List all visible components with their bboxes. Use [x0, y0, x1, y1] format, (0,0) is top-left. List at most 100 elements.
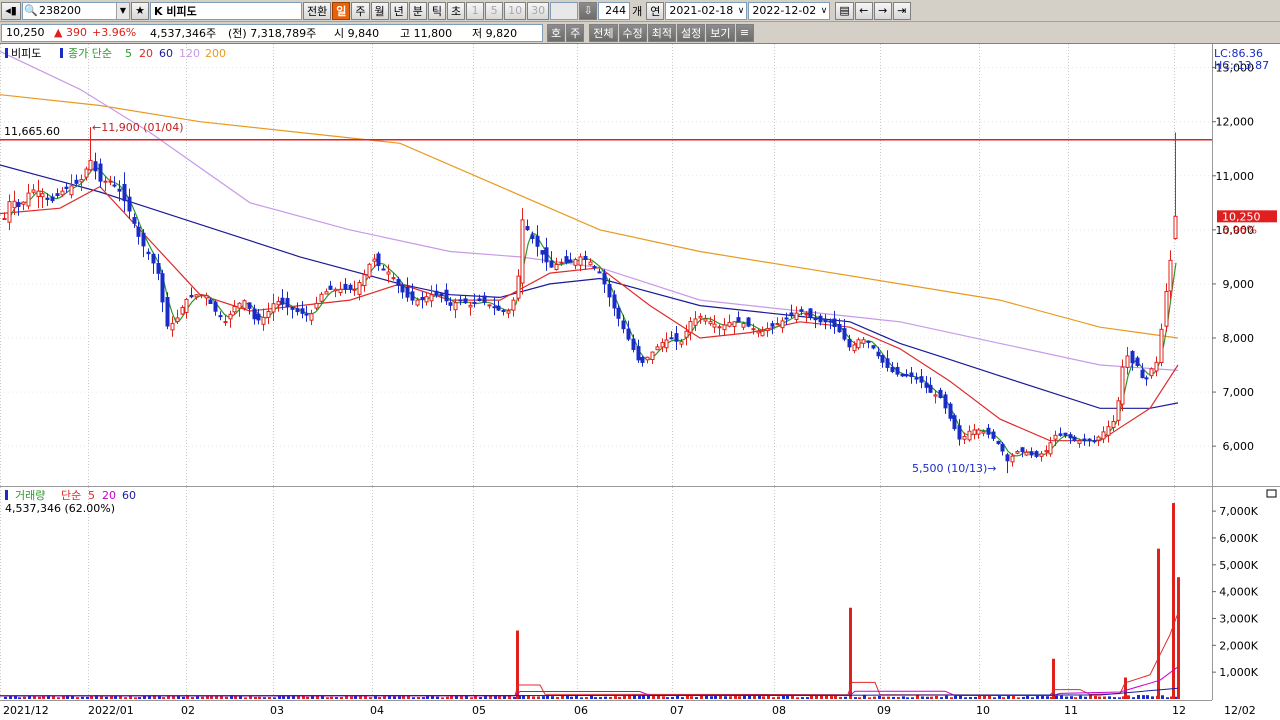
volume-bar [479, 697, 482, 699]
volume-bar [417, 697, 420, 699]
download-arrow-icon[interactable]: ⇩ [579, 1, 598, 20]
start-date-input[interactable]: 2021-02-18 ∨ [665, 1, 748, 20]
volume-bar [671, 696, 674, 699]
x-tick-label: 2021/12 [3, 704, 49, 717]
menu-view-button[interactable]: 보기 [706, 23, 735, 42]
period-second-button[interactable]: 초 [447, 1, 466, 20]
candle-body [583, 255, 588, 260]
candle-body [736, 317, 741, 323]
count-input[interactable]: 244 [598, 1, 631, 20]
high-price: 고 11,800 [400, 26, 453, 40]
menu-all-button[interactable]: 전체 [589, 23, 618, 42]
candle-body [746, 317, 751, 327]
candle-body [1058, 433, 1063, 436]
candle-body [861, 339, 866, 344]
interval-10-button[interactable]: 10 [504, 1, 527, 20]
continuous-button[interactable]: 연 [646, 1, 665, 20]
volume-bar [1146, 695, 1149, 699]
period-daily-button[interactable]: 일 [332, 1, 351, 20]
volume-bar [1022, 696, 1025, 699]
candle-body [357, 282, 362, 295]
volume-bar [1127, 695, 1130, 699]
candle-body [1053, 434, 1058, 440]
prev-volume-value: (전) 7,318,789주 [228, 26, 317, 40]
volume-bar [100, 696, 103, 699]
x-tick-label: 03 [270, 704, 284, 717]
quote-ask-button[interactable]: 호 [547, 23, 566, 42]
interval-1-button[interactable]: 1 [466, 1, 485, 20]
period-tick-button[interactable]: 틱 [427, 1, 446, 20]
candle-body [448, 302, 453, 306]
period-weekly-button[interactable]: 주 [351, 1, 370, 20]
price-moving-averages [0, 50, 1179, 457]
legend-ma120: 120 [179, 47, 200, 60]
volume-bar [86, 696, 89, 699]
candle-body [156, 262, 161, 274]
menu-settings-button[interactable]: 설정 [677, 23, 706, 42]
candle-body [444, 289, 449, 302]
collapse-icon[interactable]: ≡ [735, 23, 754, 42]
candle-body [199, 294, 204, 297]
candle-body [492, 306, 497, 309]
y-tick-label: 9,000 [1223, 278, 1255, 291]
interval-30-button[interactable]: 30 [527, 1, 550, 20]
candle-body [1034, 451, 1039, 457]
period-yearly-button[interactable]: 년 [389, 1, 408, 20]
candle-body [640, 357, 645, 363]
scroll-end-icon[interactable]: ⇥ [892, 1, 911, 20]
interval-custom-input[interactable] [550, 1, 579, 20]
candle-body [621, 320, 626, 330]
candle-body [1077, 440, 1082, 444]
chevron-down-icon[interactable]: ∨ [736, 6, 747, 16]
price-chart[interactable]: 13,00012,00011,00010,0009,0008,0007,0006… [0, 44, 1280, 486]
x-tick-label: 12 [1172, 704, 1186, 717]
scroll-right-icon[interactable]: → [873, 1, 892, 20]
volume-bar [681, 697, 684, 699]
period-monthly-button[interactable]: 월 [370, 1, 389, 20]
chevron-down-icon[interactable]: ▼ [116, 2, 129, 19]
volume-bar [350, 696, 353, 699]
menu-icon[interactable]: ◂▮ [1, 1, 21, 20]
volume-bar [585, 697, 588, 699]
menu-adjust-button[interactable]: 수정 [618, 23, 647, 42]
panel-maximize-icon[interactable] [1266, 489, 1277, 498]
volume-bar [806, 697, 809, 699]
volume-bar [652, 695, 655, 699]
candle-body [847, 338, 852, 348]
save-icon[interactable]: ▤ [835, 1, 854, 20]
candle-body [477, 298, 482, 302]
candle-body [871, 345, 876, 349]
menu-optimize-button[interactable]: 최적 [647, 23, 676, 42]
chevron-down-icon[interactable]: ∨ [819, 6, 830, 16]
favorite-star-icon[interactable]: ★ [131, 1, 149, 20]
volume-chart[interactable]: 7,000K 6,000K 5,000K 4,000K 3,000K 2,000K 1,00… [0, 487, 1280, 700]
convert-button[interactable]: 전환 [303, 1, 332, 20]
volume-bar [882, 696, 885, 699]
volume-bar [604, 696, 607, 699]
candle-body [540, 250, 545, 255]
candle-body [544, 247, 549, 263]
volume-bar [772, 697, 775, 699]
candle-body [943, 394, 948, 409]
end-date-input[interactable]: 2022-12-02 ∨ [748, 1, 831, 20]
volume-bar [28, 696, 31, 699]
quote-order-button[interactable]: 주 [566, 23, 585, 42]
volume-bar [858, 697, 861, 699]
scroll-left-icon[interactable]: ← [854, 1, 873, 20]
candle-body [256, 313, 261, 321]
volume-bar [42, 696, 45, 699]
volume-bar [81, 696, 84, 699]
candle-body [2, 217, 7, 220]
candle-body [837, 323, 842, 333]
volume-bar [594, 697, 597, 699]
candle-body [506, 310, 511, 314]
volume-bar [820, 695, 823, 699]
volume-bar [911, 697, 914, 699]
candle-body [631, 338, 636, 350]
candle-body [309, 313, 314, 321]
period-minute-button[interactable]: 분 [408, 1, 427, 20]
candle-body [679, 341, 684, 345]
candle-body [866, 340, 871, 343]
interval-5-button[interactable]: 5 [485, 1, 504, 20]
stock-code-input[interactable]: 🔍 238200 ▼ [22, 1, 130, 20]
